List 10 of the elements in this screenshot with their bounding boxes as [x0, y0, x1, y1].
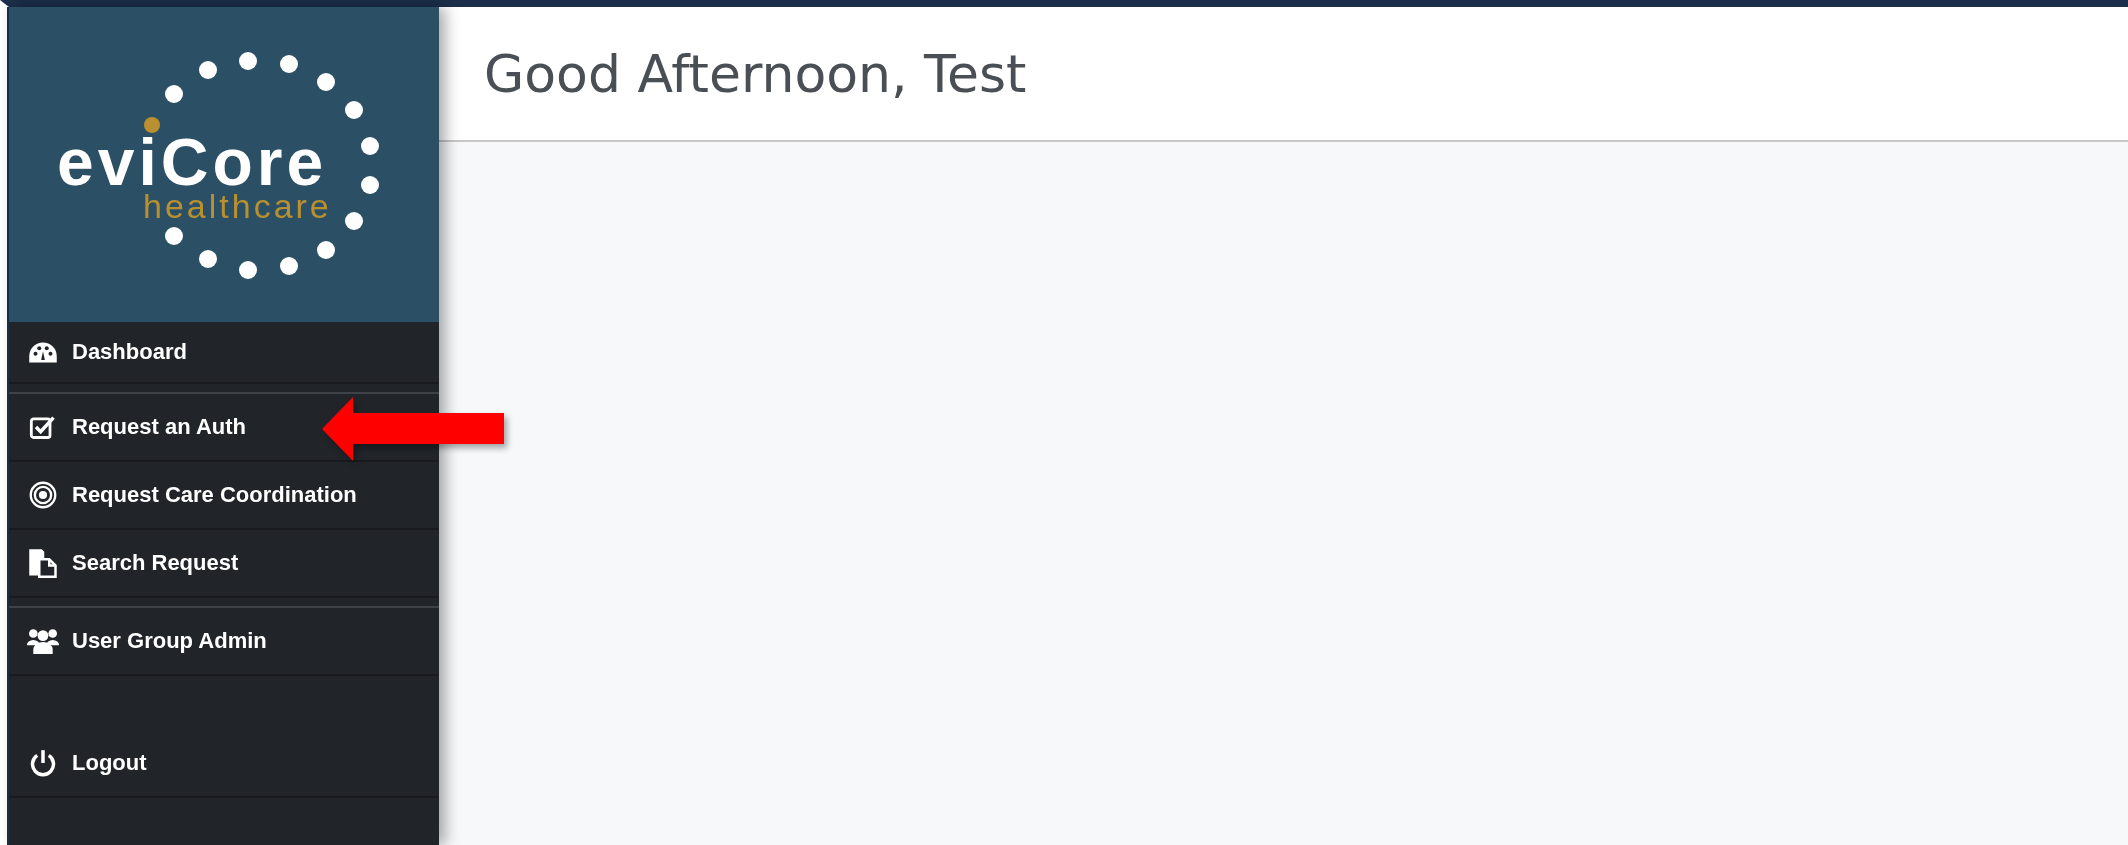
- sidebar-item[interactable]: Search Request: [26, 548, 239, 578]
- logout-link[interactable]: Logout: [26, 749, 147, 777]
- sidebar-item[interactable]: Request an Auth: [26, 413, 246, 441]
- users-icon: [26, 627, 60, 655]
- sidebar-item[interactable]: Dashboard: [26, 339, 187, 365]
- greeting-title: Good Afternoon, Test: [484, 43, 1027, 104]
- sidebar-item[interactable]: User Group Admin: [26, 627, 267, 655]
- dot-icon: [144, 117, 160, 133]
- sidebar-item[interactable]: Request Care Coordination: [26, 481, 357, 509]
- documents-icon: [26, 548, 60, 578]
